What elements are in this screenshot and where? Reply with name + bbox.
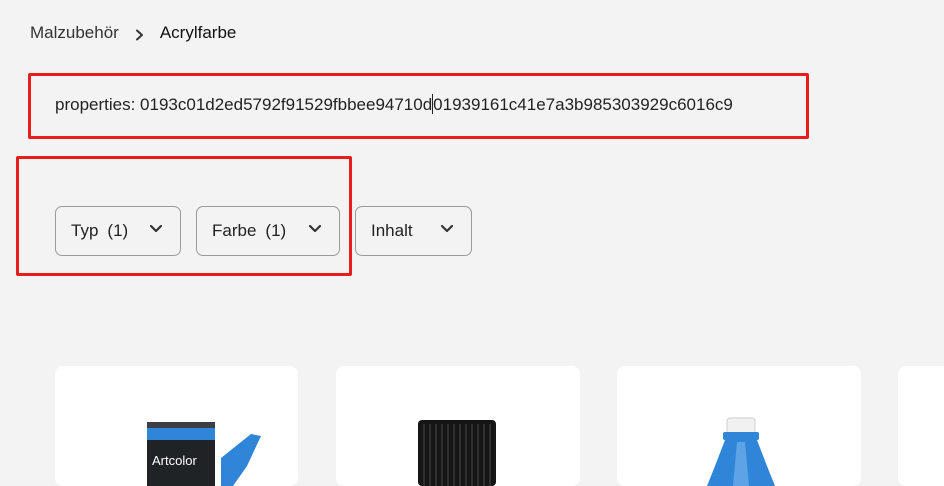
properties-text: properties: 0193c01d2ed5792f91529fbbee94… (55, 94, 733, 115)
product-card[interactable] (336, 366, 580, 486)
breadcrumb: Malzubehör Acrylfarbe (30, 22, 236, 44)
filter-button-typ[interactable]: Typ (1) (55, 206, 181, 256)
paint-bottle-black-cap-image (418, 420, 496, 486)
blue-bottle-white-cap-image (707, 417, 775, 486)
filter-count-typ: (1) (107, 221, 129, 240)
breadcrumb-link-malzubehoer[interactable]: Malzubehör (30, 23, 119, 43)
chevron-down-icon (440, 224, 454, 233)
chevron-down-icon (308, 224, 322, 233)
filter-count-farbe: (1) (265, 221, 287, 240)
tube-label: Artcolor (152, 453, 197, 468)
breadcrumb-current: Acrylfarbe (159, 23, 237, 42)
paint-tube-image: Artcolor (147, 422, 261, 486)
filter-label-farbe: Farbe (212, 221, 257, 240)
product-card[interactable]: Artcolor (55, 366, 298, 486)
chevron-down-icon (149, 224, 163, 233)
product-card[interactable] (617, 366, 861, 486)
product-card[interactable] (898, 366, 944, 486)
filter-label-inhalt: Inhalt (371, 221, 413, 240)
properties-text-before-caret: properties: 0193c01d2ed5792f91529fbbee94… (55, 95, 433, 114)
filter-button-inhalt[interactable]: Inhalt (355, 206, 472, 256)
filter-button-farbe[interactable]: Farbe (1) (196, 206, 340, 256)
chevron-right-icon (135, 29, 144, 40)
filter-label-typ: Typ (71, 221, 99, 240)
properties-text-after-caret: 01939161c41e7a3b985303929c6016c9 (433, 95, 733, 114)
